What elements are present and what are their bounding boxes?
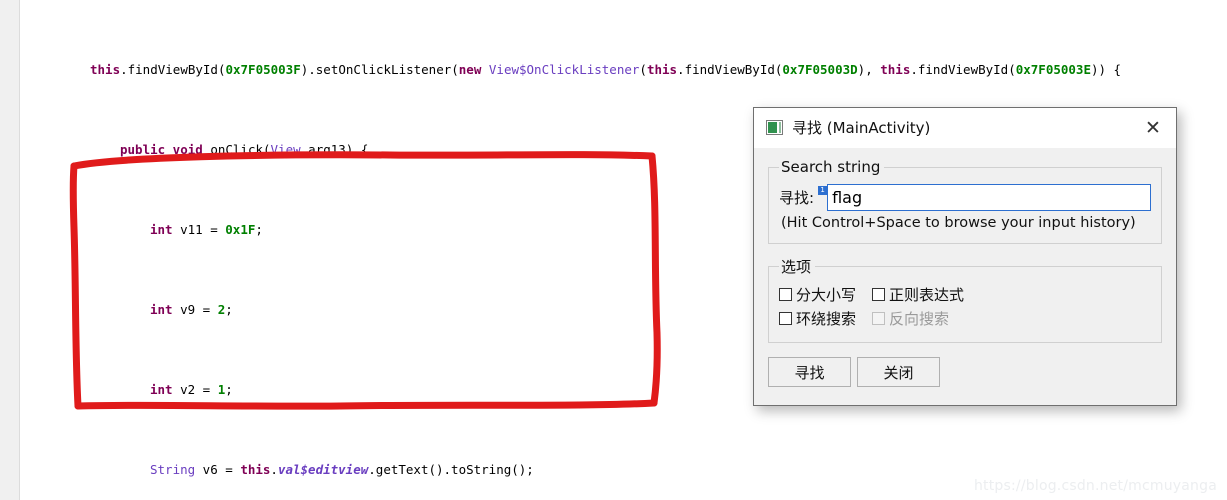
find-input-row: 寻找: 1 [779,184,1151,211]
checkbox-icon[interactable] [872,288,886,301]
dialog-title: 寻找 (MainActivity) [792,119,931,137]
find-input-hint: (Hit Control+Space to browse your input … [781,215,1136,231]
code-line[interactable]: this.findViewById(0x7F05003F).setOnClick… [20,60,1227,80]
option-wrap-search[interactable]: 环绕搜索 [779,308,856,329]
options-group: 选项 分大小写 正则表达式 环绕搜索 反向搜索 [768,256,1162,343]
option-reverse-search: 反向搜索 [872,308,949,329]
checkbox-icon[interactable] [779,312,792,325]
options-row-1: 分大小写 正则表达式 [779,284,1151,305]
options-row-2: 环绕搜索 反向搜索 [779,308,1151,329]
dialog-titlebar[interactable]: 寻找 (MainActivity) ✕ [754,108,1176,148]
checkbox-icon[interactable] [779,288,792,301]
option-label: 环绕搜索 [796,310,857,328]
option-label: 正则表达式 [889,286,965,304]
dialog-body: Search string 寻找: 1 (Hit Control+Space t… [754,148,1176,343]
close-icon[interactable]: ✕ [1130,108,1176,148]
option-match-case[interactable]: 分大小写 [779,284,856,305]
find-history-badge: 1 [818,186,828,195]
option-label: 反向搜索 [889,310,950,328]
find-input-label: 寻找: [779,189,815,207]
checkbox-icon [872,312,886,325]
watermark: https://blog.csdn.net/mcmuyanga [973,478,1217,494]
search-input[interactable] [827,184,1151,211]
app-window-icon [766,120,783,135]
find-dialog[interactable]: 寻找 (MainActivity) ✕ Search string 寻找: 1 … [753,107,1177,406]
screenshot-root: this.findViewById(0x7F05003F).setOnClick… [0,0,1227,500]
search-string-group: Search string 寻找: 1 (Hit Control+Space t… [768,158,1162,244]
option-label: 分大小写 [796,286,857,304]
dialog-button-bar: 寻找 关闭 [754,355,1176,387]
options-legend: 选项 [781,258,812,276]
close-button[interactable]: 关闭 [857,357,940,387]
find-button[interactable]: 寻找 [768,357,851,387]
code-line[interactable]: String v6 = this.val$editview.getText().… [20,460,1227,480]
search-string-legend: Search string [781,158,881,176]
editor-gutter [0,0,20,500]
option-regex[interactable]: 正则表达式 [872,284,964,305]
